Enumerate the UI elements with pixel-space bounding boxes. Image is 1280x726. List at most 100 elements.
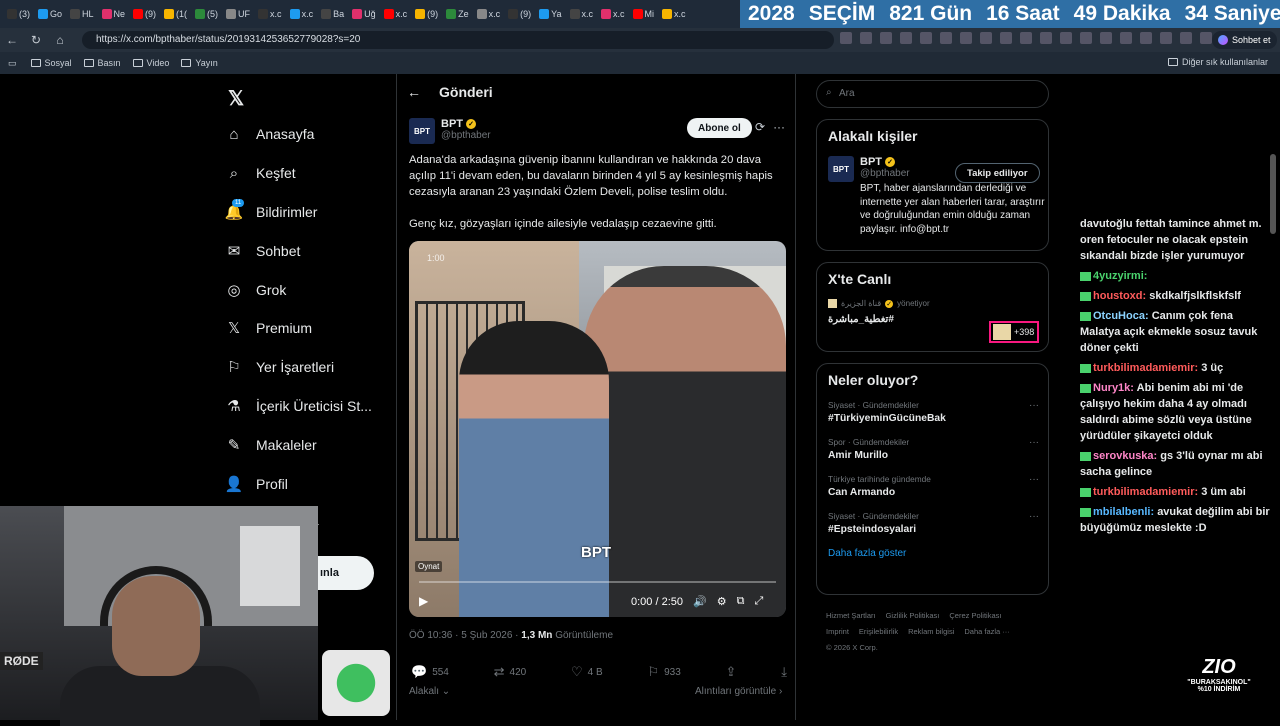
extension-icon[interactable] <box>940 32 952 44</box>
url-bar[interactable]: https://x.com/bpthaber/status/2019314253… <box>82 31 834 49</box>
browser-tab[interactable]: (9) <box>505 3 534 25</box>
extension-icon[interactable] <box>900 32 912 44</box>
fullscreen-icon[interactable]: ⤢ <box>754 595 763 608</box>
extension-icon[interactable] <box>1040 32 1052 44</box>
more-icon[interactable]: ··· <box>1029 474 1039 485</box>
post-timestamp[interactable]: ÖÖ 10:36 · 5 Şub 2026 · <box>409 630 521 641</box>
related-dropdown[interactable]: Alakalı ⌄ <box>409 686 450 697</box>
live-host[interactable]: قناة الجزيرة ✓ yönetiyor <box>828 299 1037 308</box>
extension-icon[interactable] <box>1120 32 1132 44</box>
browser-tab[interactable]: Ne <box>99 3 129 25</box>
volume-icon[interactable]: 🔊 <box>693 595 707 608</box>
browser-tab[interactable]: (1( <box>161 3 190 25</box>
extension-icon[interactable] <box>1200 32 1212 44</box>
repost-button[interactable]: ⇄ 420 <box>494 664 527 680</box>
post-author[interactable]: BPT BPT ✓ @bpthaber <box>409 118 491 144</box>
browser-tab[interactable]: x.c <box>567 3 597 25</box>
browser-tab[interactable]: x.c <box>255 3 285 25</box>
more-icon[interactable]: ··· <box>1029 511 1039 522</box>
back-arrow-icon[interactable]: ← <box>407 84 421 100</box>
sidebar-item-anasayfa[interactable]: ⌂ Anasayfa <box>226 115 396 154</box>
extension-icon[interactable] <box>920 32 932 44</box>
browser-tab[interactable]: x.c <box>287 3 317 25</box>
extension-icon[interactable] <box>1100 32 1112 44</box>
browser-tab[interactable]: HL <box>67 3 97 25</box>
sidebar-item-keşfet[interactable]: ⌕ Keşfet <box>226 154 396 193</box>
download-button[interactable]: ⤓ <box>781 664 787 680</box>
browser-tab[interactable]: x.c <box>598 3 628 25</box>
sidebar-item-profil[interactable]: 👤 Profil <box>225 464 396 503</box>
browser-tab[interactable]: x.c <box>381 3 411 25</box>
footer-link[interactable]: Gizlilik Politikası <box>886 611 940 620</box>
home-icon[interactable]: ⌂ <box>48 33 72 47</box>
bookmark-folder[interactable]: Sosyal <box>30 58 72 68</box>
browser-tab[interactable]: (9) <box>412 3 441 25</box>
browser-tab[interactable]: (5) <box>192 3 221 25</box>
subscribe-button[interactable]: Abone ol <box>687 118 752 138</box>
extension-icon[interactable] <box>880 32 892 44</box>
settings-icon[interactable]: ⚙ <box>717 595 727 608</box>
extension-icon[interactable] <box>1180 32 1192 44</box>
trend-item[interactable]: Türkiye tarihinde gündemde Can Armando ··· <box>828 474 1039 498</box>
more-icon[interactable]: ··· <box>1029 400 1039 411</box>
bookmark-folder[interactable]: Video <box>132 58 169 68</box>
reload-icon[interactable]: ↻ <box>24 33 48 47</box>
play-icon[interactable]: ▶ <box>419 594 428 608</box>
share-button[interactable]: ⇪ <box>726 664 737 680</box>
video-progress-bar[interactable] <box>419 581 776 583</box>
avatar[interactable]: BPT <box>828 156 854 182</box>
trend-item[interactable]: Siyaset · Gündemdekiler #TürkiyeminGücüne… <box>828 400 1039 424</box>
footer-link[interactable]: Reklam bilgisi <box>908 627 954 636</box>
live-participants[interactable]: +398 <box>989 321 1039 343</box>
like-button[interactable]: ♡ 4 B <box>571 664 603 680</box>
extension-icon[interactable] <box>980 32 992 44</box>
extension-icon[interactable] <box>1000 32 1012 44</box>
other-bookmarks[interactable]: Diğer sık kullanılanlar <box>1167 57 1268 67</box>
extension-icon[interactable] <box>1140 32 1152 44</box>
browser-tab[interactable]: Go <box>35 3 65 25</box>
extension-icon[interactable] <box>1080 32 1092 44</box>
sidebar-item-yer-i-şaretleri[interactable]: ⚐ Yer İşaretleri <box>226 348 396 387</box>
extension-icon[interactable] <box>1060 32 1072 44</box>
x-logo-icon[interactable]: 𝕏 <box>228 86 244 111</box>
avatar[interactable]: BPT <box>409 118 435 144</box>
browser-tab[interactable]: Ze <box>443 3 472 25</box>
bookmark-menu-icon[interactable]: ▭ <box>8 58 17 69</box>
footer-link[interactable]: Imprint <box>826 627 849 636</box>
more-icon[interactable]: ··· <box>1029 437 1039 448</box>
trend-item[interactable]: Siyaset · Gündemdekiler #Epsteindosyalari… <box>828 511 1039 535</box>
video-player[interactable]: 1:00 BPT Oynat ▶ 0:00 / 2:50 🔊 ⚙ ⧉ ⤢ <box>409 241 786 617</box>
author-name[interactable]: BPT <box>441 118 463 130</box>
extension-icon[interactable] <box>1160 32 1172 44</box>
sidebar-item-grok[interactable]: ◎ Grok <box>226 270 396 309</box>
extension-icon[interactable] <box>860 32 872 44</box>
following-button[interactable]: Takip ediliyor <box>955 163 1040 183</box>
browser-tab[interactable]: Uğ <box>349 3 379 25</box>
sidebar-item-bildirimler[interactable]: 🔔 11 Bildirimler <box>225 193 396 232</box>
post-button[interactable]: ınla <box>318 556 374 590</box>
footer-link[interactable]: Daha fazla ··· <box>964 627 1009 636</box>
sidebar-item-makaleler[interactable]: ✎ Makaleler <box>226 425 396 464</box>
footer-link[interactable]: Çerez Politikası <box>949 611 1001 620</box>
bookmark-folder[interactable]: Yayın <box>181 58 218 68</box>
browser-tab[interactable]: x.c <box>474 3 504 25</box>
show-more-link[interactable]: Daha fazla göster <box>828 548 1037 559</box>
more-icon[interactable]: ··· <box>773 120 785 134</box>
view-quotes-link[interactable]: Alıntıları görüntüle › <box>695 686 782 697</box>
browser-tab[interactable]: UF <box>223 3 253 25</box>
extension-icon[interactable] <box>840 32 852 44</box>
browser-tab[interactable]: (9) <box>130 3 159 25</box>
browser-tab[interactable]: (3) <box>4 3 33 25</box>
sidebar-item-sohbet[interactable]: ✉ Sohbet <box>226 231 396 270</box>
extension-icon[interactable] <box>960 32 972 44</box>
copilot-chat-button[interactable]: Sohbet et <box>1212 31 1277 49</box>
footer-link[interactable]: Hizmet Şartları <box>826 611 876 620</box>
reply-button[interactable]: 💬 554 <box>411 664 449 680</box>
trend-item[interactable]: Spor · Gündemdekiler Amir Murillo ··· <box>828 437 1039 461</box>
sidebar-item-i-çerik-üreticisi-st-[interactable]: ⚗ İçerik Üreticisi St... <box>226 387 396 426</box>
browser-tab[interactable]: Mi <box>630 3 658 25</box>
browser-tab[interactable]: x.c <box>659 3 689 25</box>
back-icon[interactable]: ← <box>0 33 24 47</box>
browser-tab[interactable]: Ba <box>318 3 347 25</box>
sidebar-item-premium[interactable]: 𝕏 Premium <box>226 309 396 348</box>
